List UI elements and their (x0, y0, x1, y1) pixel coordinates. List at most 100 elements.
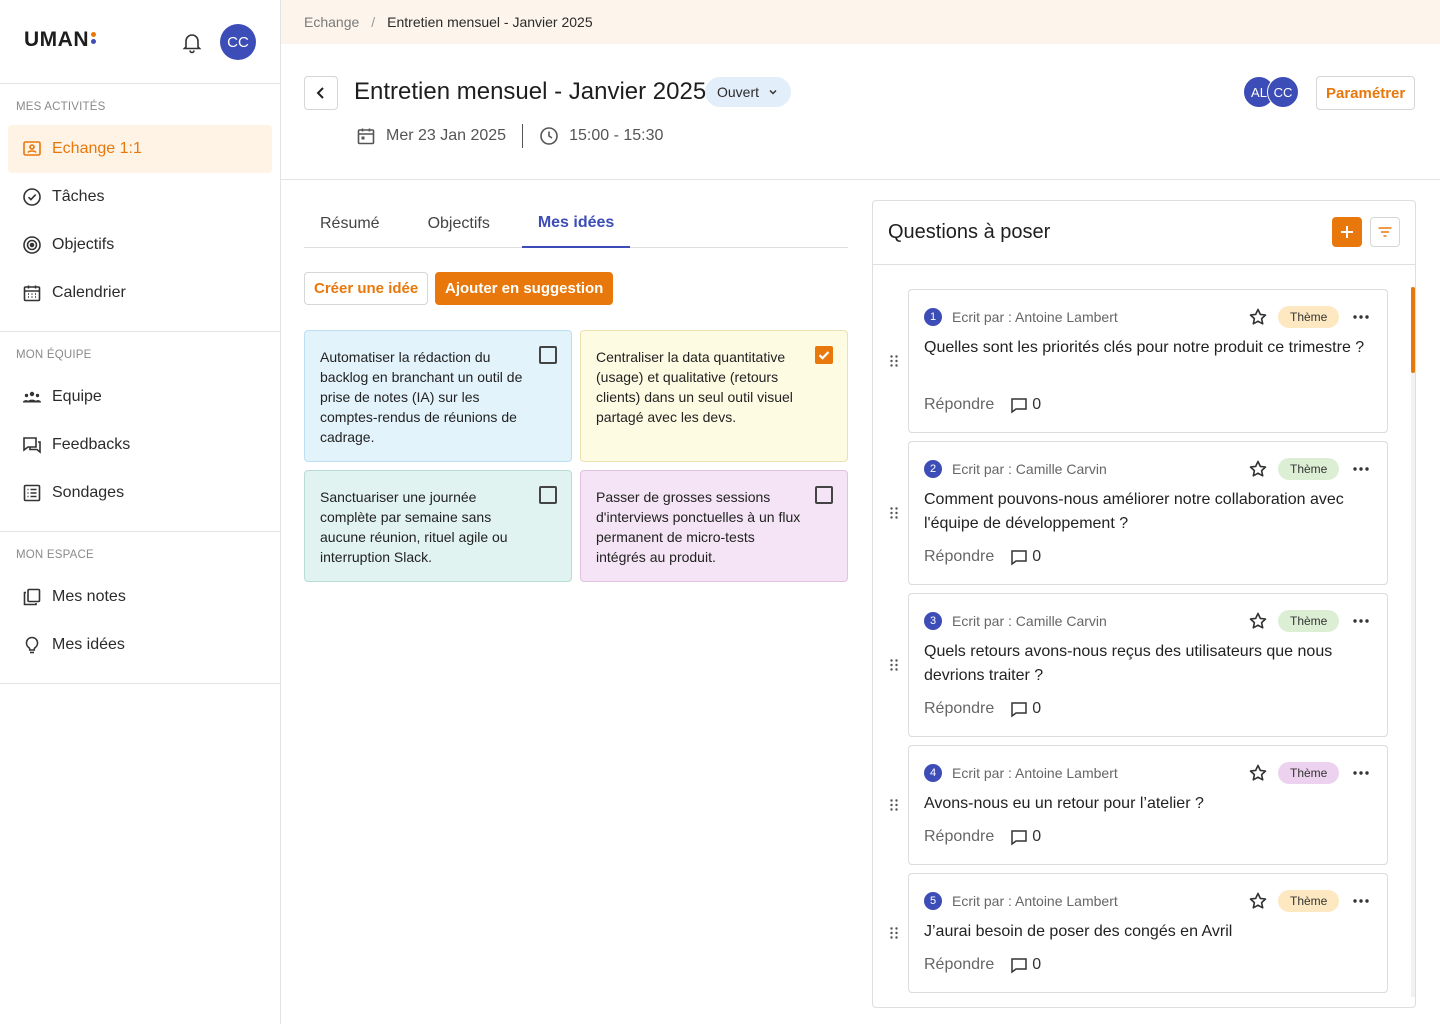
sidebar-header: UMAN CC (0, 0, 280, 84)
idea-text: Automatiser la rédaction du backlog en b… (320, 349, 523, 445)
sidebar-item-feedbacks[interactable]: Feedbacks (8, 421, 272, 469)
star-icon[interactable] (1248, 763, 1268, 783)
question-card[interactable]: 5 Ecrit par : Antoine Lambert Thème J’aurai… (908, 873, 1388, 993)
comment-icon (1011, 550, 1028, 566)
back-button[interactable] (304, 76, 338, 110)
sidebar-item-label: Equipe (52, 388, 102, 405)
star-icon[interactable] (1248, 891, 1268, 911)
sidebar-item-label: Tâches (52, 188, 105, 205)
tab-mes-idees[interactable]: Mes idées (521, 200, 631, 248)
question-card[interactable]: 3 Ecrit par : Camille Carvin Thème Quels re… (908, 593, 1388, 737)
question-card[interactable]: 4 Ecrit par : Antoine Lambert Thème Avons-n… (908, 745, 1388, 865)
drag-handle-icon[interactable] (889, 658, 899, 672)
question-card[interactable]: 2 Ecrit par : Camille Carvin Thème Comment … (908, 441, 1388, 585)
sidebar-item-label: Feedbacks (52, 436, 131, 453)
participant-avatar[interactable]: CC (1267, 76, 1299, 108)
tab-objectifs[interactable]: Objectifs (396, 200, 506, 248)
sidebar-item-equipe[interactable]: Equipe (8, 373, 272, 421)
add-suggestion-button[interactable]: Ajouter en suggestion (435, 272, 614, 305)
add-question-button[interactable] (1332, 217, 1362, 247)
bell-icon[interactable] (180, 30, 204, 54)
question-footer: Répondre 0 (924, 700, 1041, 718)
reply-link[interactable]: Répondre (924, 548, 994, 566)
comments-count[interactable]: 0 (1010, 700, 1041, 718)
theme-badge[interactable]: Thème (1278, 762, 1340, 784)
question-footer: Répondre 0 (924, 396, 1041, 414)
theme-badge[interactable]: Thème (1278, 610, 1340, 632)
drag-handle-icon[interactable] (889, 354, 899, 368)
idea-text: Passer de grosses sessions d'interviews … (596, 489, 801, 565)
sidebar-item-sondages[interactable]: Sondages (8, 469, 272, 517)
theme-badge[interactable]: Thème (1278, 890, 1340, 912)
scrollbar-track[interactable] (1411, 287, 1415, 997)
app-logo[interactable]: UMAN (24, 28, 89, 52)
sidebar-item-objectifs[interactable]: Objectifs (8, 221, 272, 269)
chevron-left-icon (316, 87, 324, 99)
star-icon[interactable] (1248, 459, 1268, 479)
sidebar-item-label: Calendrier (52, 284, 126, 301)
reply-link[interactable]: Répondre (924, 956, 994, 974)
survey-icon (22, 483, 42, 503)
filter-button[interactable] (1370, 217, 1400, 247)
reply-link[interactable]: Répondre (924, 700, 994, 718)
section-title: MON ESPACE (16, 549, 94, 561)
more-options-icon[interactable] (1351, 459, 1371, 479)
idea-card[interactable]: Sanctuariser une journée complète par se… (304, 470, 572, 582)
comments-count[interactable]: 0 (1010, 828, 1041, 846)
idea-text: Sanctuariser une journée complète par se… (320, 489, 508, 565)
comments-value: 0 (1032, 828, 1042, 845)
idea-checkbox[interactable] (815, 486, 833, 504)
settings-button[interactable]: Paramétrer (1316, 76, 1416, 110)
idea-card[interactable]: Automatiser la rédaction du backlog en b… (304, 330, 572, 462)
comments-value: 0 (1032, 956, 1042, 973)
question-text: J’aurai besoin de poser des congés en Av… (924, 923, 1233, 940)
star-icon[interactable] (1248, 307, 1268, 327)
status-dropdown[interactable]: Ouvert (705, 77, 792, 107)
star-icon[interactable] (1248, 611, 1268, 631)
page-title: Entretien mensuel - Janvier 2025 (354, 78, 707, 105)
idea-checkbox[interactable] (539, 346, 557, 364)
lightbulb-icon (22, 635, 42, 655)
comments-count[interactable]: 0 (1010, 956, 1041, 974)
sidebar-item-taches[interactable]: Tâches (8, 173, 272, 221)
reply-link[interactable]: Répondre (924, 828, 994, 846)
more-options-icon[interactable] (1351, 611, 1371, 631)
clock-icon (539, 126, 559, 146)
idea-checkbox[interactable] (815, 346, 833, 364)
theme-badge[interactable]: Thème (1278, 458, 1340, 480)
meta-divider (522, 124, 524, 148)
breadcrumb-separator: / (371, 14, 376, 30)
comment-icon (1011, 702, 1028, 718)
breadcrumb-parent-link[interactable]: Echange (304, 14, 359, 30)
reply-link[interactable]: Répondre (924, 396, 994, 414)
comments-count[interactable]: 0 (1010, 548, 1041, 566)
idea-checkbox[interactable] (539, 486, 557, 504)
questions-panel-title: Questions à poser (888, 221, 1051, 243)
question-card[interactable]: 1 Ecrit par : Antoine Lambert Thème Quelles… (908, 289, 1388, 433)
scrollbar-thumb[interactable] (1411, 287, 1415, 373)
question-number: 2 (924, 460, 942, 478)
more-options-icon[interactable] (1351, 763, 1371, 783)
sidebar-item-echange[interactable]: Echange 1:1 (8, 125, 272, 173)
questions-panel-header: Questions à poser (873, 201, 1415, 265)
idea-card[interactable]: Passer de grosses sessions d'interviews … (580, 470, 848, 582)
sidebar-item-notes[interactable]: Mes notes (8, 573, 272, 621)
more-options-icon[interactable] (1351, 307, 1371, 327)
sidebar-item-calendrier[interactable]: Calendrier (8, 269, 272, 317)
drag-handle-icon[interactable] (889, 506, 899, 520)
create-idea-button[interactable]: Créer une idée (304, 272, 429, 305)
sidebar-item-idees[interactable]: Mes idées (8, 621, 272, 669)
team-icon (22, 387, 42, 407)
drag-handle-icon[interactable] (889, 798, 899, 812)
comments-count[interactable]: 0 (1010, 396, 1041, 414)
user-avatar[interactable]: CC (220, 24, 256, 60)
tab-resume[interactable]: Résumé (304, 200, 396, 248)
sidebar-section-space: MON ESPACE Mes notes Mes idées (0, 532, 280, 684)
question-author: Ecrit par : Antoine Lambert (952, 765, 1118, 781)
comment-icon (1011, 830, 1028, 846)
idea-card[interactable]: Centraliser la data quantitative (usage)… (580, 330, 848, 462)
theme-badge[interactable]: Thème (1278, 306, 1340, 328)
drag-handle-icon[interactable] (889, 926, 899, 940)
filter-icon (1378, 227, 1392, 237)
more-options-icon[interactable] (1351, 891, 1371, 911)
